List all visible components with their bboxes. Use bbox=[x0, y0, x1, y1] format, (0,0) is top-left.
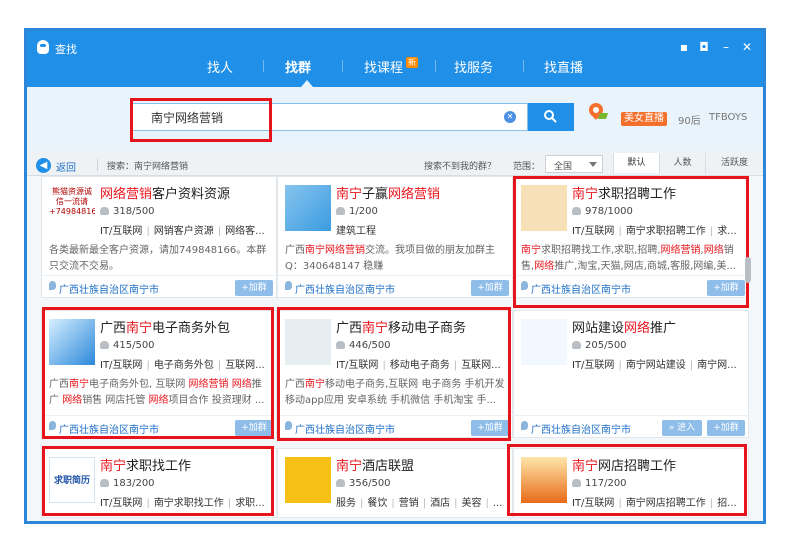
range-select-value: 全国 bbox=[554, 162, 573, 172]
tab-find-people[interactable]: 找人 bbox=[207, 57, 233, 76]
highlight-box bbox=[507, 444, 747, 516]
join-group-button[interactable]: +加群 bbox=[471, 280, 509, 296]
group-avatar bbox=[521, 319, 567, 365]
minimize-icon[interactable]: – bbox=[718, 39, 734, 55]
tab-find-services[interactable]: 找服务 bbox=[454, 57, 493, 76]
window-controls: ▪ ◘ – ✕ bbox=[676, 39, 756, 55]
group-title[interactable]: 南宁子赢网络营销 bbox=[336, 183, 508, 202]
group-card[interactable]: 南宁酒店联盟 356/500 服务餐饮营销酒店美容... bbox=[277, 448, 513, 518]
new-badge: 新 bbox=[406, 57, 419, 68]
group-card[interactable]: 网站建设网络推广 205/500 IT/互联网南宁网站建设南宁网... 广西壮族… bbox=[513, 310, 750, 438]
active-tab-indicator bbox=[301, 80, 313, 87]
location-check-icon bbox=[597, 113, 609, 119]
group-location: 广西壮族自治区南宁市 bbox=[295, 285, 395, 296]
tab-find-courses[interactable]: 找课程新 bbox=[364, 57, 419, 76]
enter-group-button[interactable]: » 进入 bbox=[662, 420, 702, 436]
highlight-box bbox=[513, 176, 749, 308]
card-footer: 广西壮族自治区南宁市 » 进入 +加群 bbox=[514, 415, 750, 437]
search-highlight-box bbox=[130, 98, 272, 142]
title-bar: 查找 找人 找群 找课程新 找服务 找直播 ▪ ◘ – ✕ bbox=[27, 31, 763, 87]
tab-find-groups[interactable]: 找群 bbox=[285, 57, 311, 76]
member-count: 205/500 bbox=[572, 340, 627, 351]
sort-default[interactable]: 默认 bbox=[613, 153, 659, 173]
tab-separator bbox=[342, 60, 343, 72]
members-icon bbox=[336, 479, 345, 487]
nav-tabs: 找人 找群 找课程新 找服务 找直播 bbox=[187, 53, 617, 79]
group-card[interactable]: 南宁子赢网络营销 1/200 建筑工程 广西南宁网络营销交流。我项目做的朋友加群… bbox=[277, 176, 514, 298]
group-tags: IT/互联网南宁网站建设南宁网... bbox=[572, 356, 748, 371]
members-icon bbox=[100, 207, 109, 215]
location-icon bbox=[521, 421, 528, 430]
network-image bbox=[521, 319, 567, 365]
group-avatar bbox=[285, 457, 331, 503]
group-location: 广西壮族自治区南宁市 bbox=[59, 285, 159, 296]
sort-members[interactable]: 人数 bbox=[659, 153, 705, 173]
search-query-text: 搜索：南宁网络营销 bbox=[107, 162, 189, 172]
search-button[interactable] bbox=[528, 103, 574, 131]
member-count: 318/500 bbox=[100, 206, 155, 217]
hotel-image bbox=[285, 457, 331, 503]
group-description: 各类最新最全客户资源，请加749848166。本群只交流不交易。 bbox=[49, 245, 267, 272]
feedback-icon[interactable]: ▪ bbox=[676, 39, 692, 55]
highlight-box bbox=[277, 307, 511, 441]
card-footer: 广西壮族自治区南宁市 +加群 bbox=[278, 275, 514, 297]
tab-separator bbox=[263, 60, 264, 72]
filter-separator bbox=[97, 159, 98, 171]
group-title[interactable]: 南宁酒店联盟 bbox=[336, 455, 508, 474]
group-avatar: 熊猫资源诚信一流请+749848166 bbox=[49, 185, 95, 231]
handshake-image bbox=[285, 185, 331, 231]
close-icon[interactable]: ✕ bbox=[739, 39, 755, 55]
join-group-button[interactable]: +加群 bbox=[235, 280, 273, 296]
range-select[interactable]: 全国 bbox=[545, 155, 603, 173]
hot-live-tag[interactable]: 美女直播 bbox=[621, 112, 667, 126]
hot-tag-tfboys[interactable]: TFBOYS bbox=[709, 112, 747, 123]
group-title[interactable]: 网站建设网络推广 bbox=[572, 317, 744, 336]
card-footer: 广西壮族自治区南宁市 +加群 bbox=[42, 275, 278, 297]
tab-separator bbox=[435, 60, 436, 72]
group-tags: IT/互联网网销客户资源网络客... bbox=[100, 222, 276, 237]
location-icon bbox=[49, 281, 56, 290]
tab-separator bbox=[523, 60, 524, 72]
back-link[interactable]: 返回 bbox=[56, 159, 76, 174]
group-card[interactable]: 熊猫资源诚信一流请+749848166 网络营销客户资料资源 318/500 I… bbox=[41, 176, 278, 298]
scrollbar-thumb[interactable] bbox=[745, 257, 751, 283]
member-count: 356/500 bbox=[336, 478, 391, 489]
window-title: 查找 bbox=[55, 43, 77, 56]
group-avatar bbox=[285, 185, 331, 231]
highlight-box bbox=[42, 307, 274, 439]
search-icon bbox=[544, 110, 557, 123]
skin-icon[interactable]: ◘ bbox=[696, 39, 712, 55]
member-count: 1/200 bbox=[336, 206, 378, 217]
filter-bar: ◀ 返回 搜索：南宁网络营销 搜索不到我的群？ 范围： 全国 默认 人数 活跃度 bbox=[27, 151, 763, 176]
group-tags: 服务餐饮营销酒店美容... bbox=[336, 494, 512, 509]
location-icon bbox=[285, 281, 292, 290]
members-icon bbox=[336, 207, 345, 215]
join-group-button[interactable]: +加群 bbox=[707, 420, 745, 436]
sort-activity[interactable]: 活跃度 bbox=[705, 153, 763, 173]
group-results-grid: 熊猫资源诚信一流请+749848166 网络营销客户资料资源 318/500 I… bbox=[41, 176, 751, 518]
clear-search-icon[interactable]: ✕ bbox=[504, 111, 516, 123]
search-bar: ✕ 美女直播 90后 TFBOYS bbox=[27, 87, 763, 151]
tab-find-courses-label: 找课程 bbox=[364, 61, 404, 76]
qq-penguin-icon bbox=[37, 40, 49, 54]
back-arrow-icon[interactable]: ◀ bbox=[36, 158, 51, 173]
chevron-down-icon bbox=[589, 162, 597, 167]
group-title[interactable]: 网络营销客户资料资源 bbox=[100, 183, 272, 202]
range-label: 范围： bbox=[513, 162, 541, 172]
group-location: 广西壮族自治区南宁市 bbox=[531, 425, 631, 436]
not-found-link[interactable]: 搜索不到我的群？ bbox=[424, 159, 496, 172]
group-avatar-image: 熊猫资源诚信一流请+749848166 bbox=[49, 185, 95, 231]
app-window: 查找 找人 找群 找课程新 找服务 找直播 ▪ ◘ – ✕ ✕ bbox=[24, 28, 766, 524]
hot-tag-90s[interactable]: 90后 bbox=[678, 112, 701, 127]
tab-find-live[interactable]: 找直播 bbox=[544, 57, 583, 76]
group-description: 广西南宁网络营销交流。我项目做的朋友加群主Q：340648147 稳赚 bbox=[285, 245, 495, 272]
group-tags: 建筑工程 bbox=[336, 226, 376, 237]
members-icon bbox=[572, 341, 581, 349]
highlight-box bbox=[42, 446, 274, 516]
